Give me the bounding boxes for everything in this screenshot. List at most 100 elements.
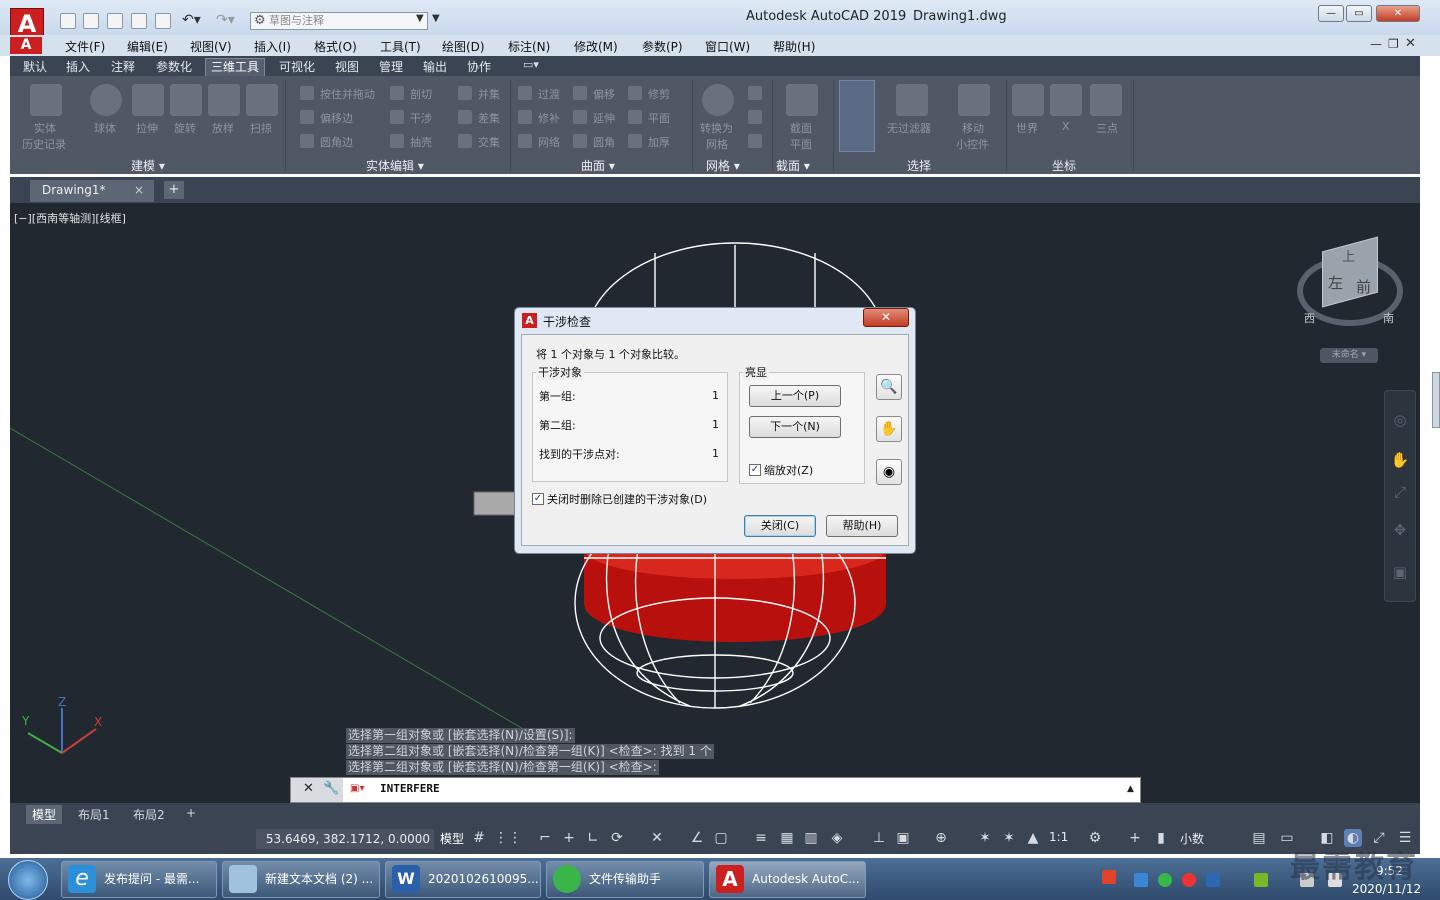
object-snap-icon[interactable]: ▢ <box>712 829 730 847</box>
move-gizmo-icon[interactable] <box>958 84 990 116</box>
minimize-button[interactable]: — <box>1318 5 1344 22</box>
menu-draw[interactable]: 绘图(D) <box>442 38 485 55</box>
sphere-icon[interactable] <box>90 84 122 116</box>
workspace-gear-icon[interactable]: ⚙ <box>1086 829 1104 847</box>
nvidia-icon[interactable] <box>1254 873 1268 887</box>
menu-format[interactable]: 格式(O) <box>314 38 357 55</box>
isometric-icon[interactable]: ✕ <box>648 829 666 847</box>
surface-fillet-icon[interactable] <box>573 134 587 148</box>
save-icon[interactable] <box>107 13 123 29</box>
annotation-visibility-icon[interactable]: ✶ <box>976 829 994 847</box>
extrude-icon[interactable] <box>132 84 164 116</box>
ucs-world-icon[interactable] <box>1012 84 1044 116</box>
patch-icon[interactable] <box>518 110 532 124</box>
viewport-label[interactable]: [−][西南等轴测][线框] <box>14 210 126 226</box>
tab-parametric[interactable]: 参数化 <box>156 58 192 75</box>
viewcube-top[interactable]: 上 <box>1342 246 1355 265</box>
panel-title-mesh[interactable]: 网格 ▾ <box>706 157 740 174</box>
menu-modify[interactable]: 修改(M) <box>574 38 618 55</box>
menu-parametric[interactable]: 参数(P) <box>642 38 683 55</box>
quick-properties-icon[interactable]: ▤ <box>1250 829 1268 847</box>
recent-commands-icon[interactable]: ▣▾ <box>350 783 364 794</box>
no-filter-icon[interactable] <box>896 84 928 116</box>
compass-south[interactable]: 南 <box>1383 310 1394 326</box>
mesh-refine-icon[interactable] <box>748 110 762 124</box>
gizmo-icon[interactable]: ⊕ <box>932 829 950 847</box>
maximize-button[interactable]: ▭ <box>1346 5 1372 22</box>
undo-icon[interactable]: ↶▾ <box>182 12 201 28</box>
surface-offset-icon[interactable] <box>573 86 587 100</box>
model-space-button[interactable]: 模型 <box>440 830 464 847</box>
annotation-scale-icon[interactable]: ▲ <box>1024 829 1042 847</box>
ortho-icon[interactable]: ∟ <box>584 829 602 847</box>
units-icon[interactable]: ▮ <box>1152 829 1170 847</box>
tab-manage[interactable]: 管理 <box>379 58 403 75</box>
previous-button[interactable]: 上一个(P) <box>749 385 841 407</box>
mesh-crease-icon[interactable] <box>748 134 762 148</box>
menu-file[interactable]: 文件(F) <box>65 38 105 55</box>
menu-edit[interactable]: 编辑(E) <box>127 38 168 55</box>
mesh-smooth-icon[interactable] <box>748 86 762 100</box>
doc-close-icon[interactable]: ✕ <box>1405 36 1416 51</box>
steering-wheel-icon[interactable]: ◎ <box>1390 410 1410 430</box>
zoom-icon[interactable]: ⤢ <box>1390 482 1410 502</box>
trim-icon[interactable] <box>628 86 642 100</box>
tab-layout1[interactable]: 布局1 <box>72 805 116 824</box>
blend-icon[interactable] <box>518 86 532 100</box>
convert-mesh-icon[interactable] <box>702 84 734 116</box>
ucs-menu[interactable]: 未命名 ▾ <box>1320 348 1378 363</box>
chevron-down-icon[interactable]: ▼ <box>416 13 424 24</box>
zoom-realtime-icon[interactable]: 🔍 <box>876 374 902 400</box>
zoom-pairs-checkbox[interactable]: ✓ <box>749 464 761 476</box>
selection-filter-icon[interactable]: ▣ <box>894 829 912 847</box>
planar-icon[interactable] <box>628 110 642 124</box>
start-button[interactable] <box>8 860 48 900</box>
transparency-icon[interactable]: ▦ <box>778 829 796 847</box>
pan-hand-icon[interactable]: ✋ <box>1390 450 1410 470</box>
tab-default[interactable]: 默认 <box>23 58 47 75</box>
union-icon[interactable] <box>458 86 472 100</box>
snap-icon[interactable]: ⋮⋮ <box>494 829 522 847</box>
new-icon[interactable] <box>60 13 76 29</box>
solid-history-icon[interactable] <box>30 84 62 116</box>
menu-insert[interactable]: 插入(I) <box>254 38 291 55</box>
open-icon[interactable] <box>83 13 99 29</box>
panel-title-surface[interactable]: 曲面 ▾ <box>581 157 615 174</box>
tab-annotate[interactable]: 注释 <box>111 58 135 75</box>
next-button[interactable]: 下一个(N) <box>749 416 841 438</box>
orbit-icon[interactable]: ✥ <box>1390 520 1410 540</box>
ribbon-toggle-icon[interactable]: ▭▾ <box>523 58 539 71</box>
dynamic-input-icon[interactable]: + <box>560 829 578 847</box>
close-command-icon[interactable]: ✕ <box>303 781 314 796</box>
auto-scale-icon[interactable]: ✶ <box>1000 829 1018 847</box>
tab-model[interactable]: 模型 <box>26 805 63 824</box>
file-tab-close-icon[interactable]: × <box>134 183 144 197</box>
loft-icon[interactable] <box>208 84 240 116</box>
redo-icon[interactable]: ↷▾ <box>216 12 235 28</box>
compass-west[interactable]: 西 <box>1304 310 1315 326</box>
thicken-icon[interactable] <box>628 134 642 148</box>
fillet-edge-icon[interactable] <box>300 134 314 148</box>
object-snap-tracking-icon[interactable]: ∠ <box>688 829 706 847</box>
tab-view[interactable]: 视图 <box>335 58 359 75</box>
tab-collaborate[interactable]: 协作 <box>467 58 491 75</box>
shell-icon[interactable] <box>390 134 404 148</box>
workspace-combo[interactable]: 草图与注释 <box>250 12 428 30</box>
section-plane-icon[interactable] <box>786 84 818 116</box>
presspull-icon[interactable] <box>300 86 314 100</box>
menu-dimension[interactable]: 标注(N) <box>508 38 550 55</box>
close-button[interactable]: 关闭(C) <box>744 515 816 537</box>
wrench-icon[interactable]: 🔧 <box>323 781 339 796</box>
grid-icon[interactable]: # <box>470 829 488 847</box>
sweep-icon[interactable] <box>246 84 278 116</box>
annotation-scale[interactable]: 1:1 <box>1049 830 1068 844</box>
3d-orbit-icon[interactable]: ◉ <box>876 459 902 485</box>
tab-visualize[interactable]: 可视化 <box>279 58 315 75</box>
menu-tools[interactable]: 工具(T) <box>380 38 421 55</box>
app-menu-button[interactable]: A <box>10 8 44 38</box>
security-tray-icon[interactable] <box>1182 873 1196 887</box>
menu-help[interactable]: 帮助(H) <box>773 38 815 55</box>
coordinates-readout[interactable]: 53.6469, 382.1712, 0.0000 <box>256 829 434 849</box>
dynamic-ucs-icon[interactable]: ⊥ <box>870 829 888 847</box>
ucs-3point-icon[interactable] <box>1090 84 1122 116</box>
